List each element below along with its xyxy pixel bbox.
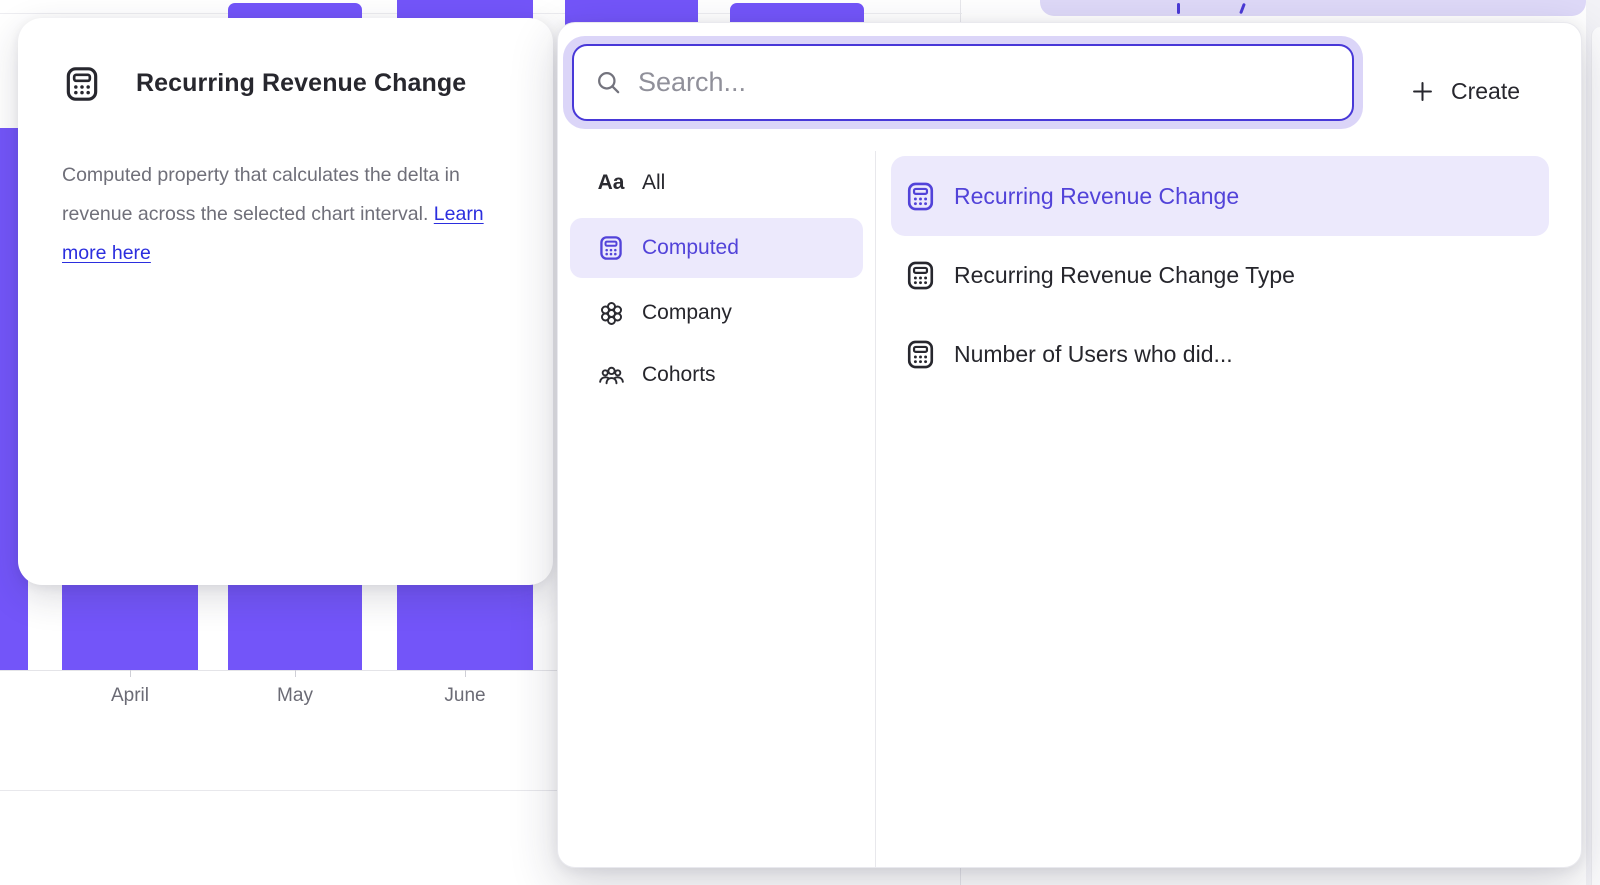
clipped-text-fragment (1239, 3, 1246, 14)
x-axis-label-may: May (250, 685, 340, 707)
tooltip-title: Recurring Revenue Change (136, 69, 466, 98)
result-item-recurring-revenue-change[interactable]: Recurring Revenue Change (891, 156, 1549, 236)
x-axis-label-june: June (420, 685, 510, 707)
search-icon (595, 69, 622, 96)
tooltip-description: Computed property that calculates the de… (62, 156, 498, 273)
filter-label: All (642, 171, 665, 195)
column-divider (875, 151, 876, 868)
section-divider-line (0, 790, 558, 791)
property-picker-modal: Create Aa All Computed (557, 22, 1582, 868)
app-screen: April May June Recurring Revenue Change … (0, 0, 1600, 885)
cohorts-people-icon (596, 360, 626, 390)
property-tooltip-card: Recurring Revenue Change Computed proper… (18, 18, 553, 585)
calculator-icon (62, 64, 102, 104)
clipped-text-fragment (1177, 3, 1180, 14)
result-label: Recurring Revenue Change Type (954, 262, 1295, 289)
clipped-property-chip (1040, 0, 1586, 16)
calculator-icon (596, 233, 626, 263)
result-item-recurring-revenue-change-type[interactable]: Recurring Revenue Change Type (891, 235, 1549, 315)
plus-icon (1409, 78, 1436, 105)
filter-item-computed[interactable]: Computed (570, 218, 863, 278)
result-label: Recurring Revenue Change (954, 183, 1239, 210)
axis-tick-april (130, 670, 131, 677)
filter-item-cohorts[interactable]: Cohorts (570, 346, 863, 404)
axis-tick-may (295, 670, 296, 677)
tooltip-description-text: Computed property that calculates the de… (62, 164, 460, 225)
result-label: Number of Users who did... (954, 341, 1233, 368)
calculator-icon (904, 338, 937, 371)
x-axis-line (0, 670, 558, 671)
filter-label: Cohorts (642, 363, 716, 387)
filter-item-company[interactable]: Company (570, 284, 863, 342)
filter-item-all[interactable]: Aa All (570, 154, 863, 212)
calculator-icon (904, 259, 937, 292)
search-input[interactable] (636, 66, 1342, 99)
x-axis-label-april: April (85, 685, 175, 707)
search-field[interactable] (572, 44, 1354, 121)
company-cluster-icon (596, 298, 626, 328)
axis-tick-june (465, 670, 466, 677)
result-item-number-of-users-who-did[interactable]: Number of Users who did... (891, 314, 1549, 394)
text-aa-icon: Aa (596, 168, 626, 198)
filter-label: Company (642, 301, 732, 325)
search-focus-halo (563, 36, 1363, 129)
background-panel-corner (1591, 27, 1600, 885)
calculator-icon (904, 180, 937, 213)
create-button[interactable]: Create (1401, 63, 1528, 119)
create-button-label: Create (1451, 78, 1520, 105)
filter-label: Computed (642, 236, 739, 260)
